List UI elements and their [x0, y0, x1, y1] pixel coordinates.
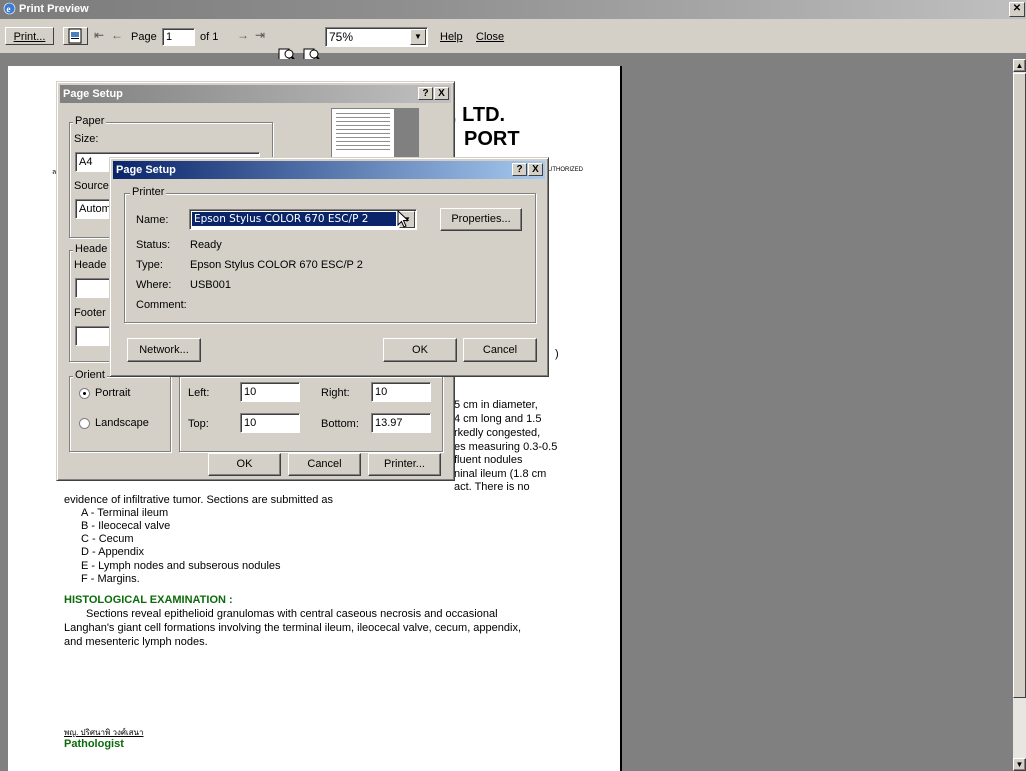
printer-group-label: Printer	[130, 186, 167, 198]
help-button[interactable]: Help	[440, 31, 463, 43]
status-label: Status:	[136, 239, 171, 251]
report-title-fragment: PORT	[464, 128, 520, 150]
window-close-button[interactable]: ✕	[1009, 2, 1025, 17]
type-value: Epson Stylus COLOR 670 ESC/P 2	[190, 259, 363, 271]
size-label: Size:	[74, 133, 99, 145]
where-value: USB001	[190, 279, 231, 291]
previous-page-icon[interactable]: ←	[111, 28, 123, 42]
evidence-line: evidence of infiltrative tumor. Sections…	[64, 494, 334, 506]
page-setup-close-button[interactable]: X	[434, 87, 449, 100]
orientation-group-label: Orient	[73, 369, 107, 381]
zoom-value: 75%	[329, 30, 354, 44]
top-margin-label: Top:	[188, 418, 209, 430]
svg-text:e: e	[7, 4, 11, 14]
status-value: Ready	[190, 239, 222, 251]
right-margin-input[interactable]: 10	[371, 382, 431, 402]
window-title: Print Preview	[19, 3, 89, 15]
help-label: Help	[440, 31, 463, 43]
vertical-scrollbar[interactable]: ▲ ▼	[1013, 59, 1026, 771]
histology-line-2: Langhan's giant cell formations involvin…	[64, 622, 522, 634]
page-setup-ok-button[interactable]: OK	[208, 453, 281, 476]
internet-explorer-icon: e	[3, 2, 16, 15]
left-margin-label: Left:	[188, 387, 210, 399]
page-setup-title-bar: Page Setup ? X	[60, 85, 451, 103]
page-setup-icon	[68, 28, 81, 44]
network-button[interactable]: Network...	[127, 338, 201, 362]
last-page-icon[interactable]: ⇥	[255, 28, 265, 42]
properties-button[interactable]: Properties...	[440, 208, 522, 231]
gross-fragment-5: fluent nodules	[454, 454, 523, 466]
mouse-cursor-icon	[397, 210, 410, 228]
window-title-bar: e Print Preview ✕	[0, 0, 1026, 19]
section-item: D - Appendix	[81, 546, 144, 558]
page-count: of 1	[200, 31, 219, 43]
gross-fragment-1: 5 cm in diameter,	[454, 399, 538, 411]
next-page-icon[interactable]: →	[237, 28, 249, 42]
histology-line-1: Sections reveal epithelioid granulomas w…	[86, 608, 498, 620]
printer-name-select[interactable]: Epson Stylus COLOR 670 ESC/P 2 ▼	[189, 209, 417, 230]
section-item: C - Cecum	[81, 533, 134, 545]
gross-fragment-7: act. There is no	[454, 481, 530, 493]
printer-name-value: Epson Stylus COLOR 670 ESC/P 2	[192, 212, 396, 226]
pathologist-label: Pathologist	[64, 738, 124, 750]
where-label: Where:	[136, 279, 172, 291]
section-item: A - Terminal ileum	[81, 507, 169, 519]
gross-fragment-4: es measuring 0.3-0.5	[454, 441, 558, 453]
preview-toolbar: Print... ⇤ ← Page 1 of 1 → ⇥ 75% ▼ Help …	[0, 19, 1026, 62]
header-label: Heade	[74, 259, 107, 271]
landscape-radio[interactable]	[79, 418, 90, 429]
printer-cancel-button[interactable]: Cancel	[463, 338, 537, 362]
gross-fragment-6: ninal ileum (1.8 cm	[454, 468, 547, 480]
printer-dialog-help-button[interactable]: ?	[512, 163, 527, 176]
printer-dialog-title: Page Setup	[116, 164, 176, 176]
page-setup-help-button[interactable]: ?	[418, 87, 433, 100]
section-item: F - Margins.	[81, 573, 140, 585]
printer-button[interactable]: Printer...	[368, 453, 441, 476]
print-button[interactable]: Print...	[5, 27, 54, 45]
page-setup-title: Page Setup	[63, 88, 123, 100]
top-margin-input[interactable]: 10	[240, 413, 300, 433]
paper-group-label: Paper	[73, 115, 107, 127]
close-button[interactable]: Close	[476, 31, 504, 43]
first-page-icon[interactable]: ⇤	[94, 28, 104, 42]
headers-group-label: Heade	[73, 243, 110, 255]
bottom-margin-input[interactable]: 13.97	[371, 413, 431, 433]
close-label: Close	[476, 31, 505, 43]
gross-fragment-2: 4 cm long and 1.5	[454, 413, 542, 425]
scroll-thumb[interactable]	[1013, 73, 1026, 698]
authorized-fragment: UTHORIZED	[548, 167, 583, 173]
print-label: Print...	[13, 31, 46, 43]
landscape-label: Landscape	[95, 417, 149, 429]
printer-name-label: Name:	[136, 214, 169, 226]
printer-dialog-title-bar: Page Setup ? X	[113, 161, 545, 179]
portrait-label: Portrait	[95, 387, 131, 399]
page-setup-cancel-button[interactable]: Cancel	[288, 453, 361, 476]
portrait-radio[interactable]	[79, 388, 90, 399]
footer-label: Footer	[74, 307, 106, 319]
page-setup-button[interactable]	[63, 27, 88, 45]
paren-fragment: )	[555, 348, 559, 360]
source-label: Source	[74, 180, 109, 192]
printer-dialog-close-button[interactable]: X	[528, 163, 543, 176]
right-margin-label: Right:	[321, 387, 350, 399]
type-label: Type:	[136, 259, 163, 271]
page-label: Page	[131, 31, 157, 43]
histological-heading: HISTOLOGICAL EXAMINATION :	[64, 594, 233, 606]
section-item: B - Ileocecal valve	[81, 520, 171, 532]
company-name-fragment: , LTD.	[451, 104, 506, 126]
gross-fragment-3: rkedly congested,	[454, 427, 541, 439]
histology-line-3: and mesenteric lymph nodes.	[64, 636, 208, 648]
printer-ok-button[interactable]: OK	[383, 338, 457, 362]
printer-dialog: Page Setup ? X Printer Name: Epson Stylu…	[109, 157, 549, 377]
scroll-up-icon[interactable]: ▲	[1013, 59, 1026, 72]
section-item: E - Lymph nodes and subserous nodules	[81, 560, 281, 572]
scroll-down-icon[interactable]: ▼	[1013, 758, 1026, 771]
comment-label: Comment:	[136, 299, 187, 311]
bottom-margin-label: Bottom:	[321, 418, 359, 430]
left-margin-input[interactable]: 10	[240, 382, 300, 402]
page-number-input[interactable]: 1	[162, 28, 195, 46]
zoom-dropdown-arrow-icon[interactable]: ▼	[410, 29, 426, 45]
